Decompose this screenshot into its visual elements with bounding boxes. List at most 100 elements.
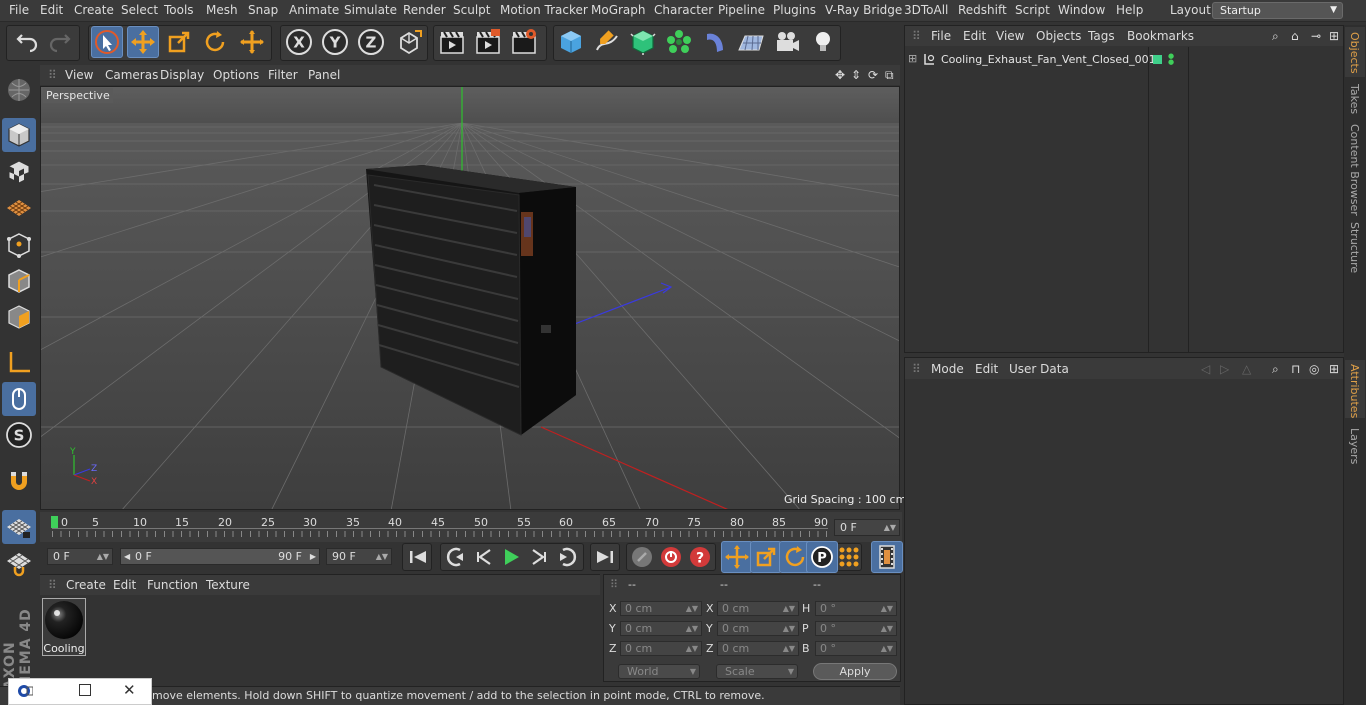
menu-simulate[interactable]: Simulate — [344, 3, 397, 17]
auto-key-button[interactable]: ? — [684, 541, 716, 573]
layout-select[interactable]: Startup ▼ — [1212, 2, 1343, 19]
select-tool-button[interactable] — [91, 26, 123, 58]
menu-mesh[interactable]: Mesh — [206, 3, 238, 17]
menu-render[interactable]: Render — [403, 3, 446, 17]
menu-window[interactable]: Window — [1058, 3, 1105, 17]
menu-create[interactable]: Create — [74, 3, 114, 17]
start-frame-field[interactable]: 0 F ▲▼ — [47, 548, 113, 565]
material-menu-texture[interactable]: Texture — [206, 578, 250, 592]
object-row[interactable]: ⊞ Cooling_Exhaust_Fan_Vent_Closed_001 — [906, 52, 1156, 68]
object-menu-objects[interactable]: Objects — [1036, 29, 1081, 43]
rotation-p-field[interactable]: 0 ° ▲▼ — [815, 621, 897, 636]
texture-mode-button[interactable] — [2, 155, 36, 189]
viewport-menu-options[interactable]: Options — [213, 68, 259, 82]
target-icon[interactable]: ◎ — [1309, 362, 1319, 376]
material-menu-edit[interactable]: Edit — [113, 578, 136, 592]
redo-button[interactable] — [45, 26, 77, 58]
workplane-lock-button[interactable] — [2, 510, 36, 544]
record-button[interactable] — [655, 541, 687, 573]
expand-icon[interactable]: ⊞ — [908, 52, 917, 65]
tweak-mode-button[interactable] — [2, 382, 36, 416]
up-arrow-icon[interactable]: △ — [1242, 362, 1251, 376]
attribute-menu-mode[interactable]: Mode — [931, 362, 964, 376]
menu-plugins[interactable]: Plugins — [773, 3, 816, 17]
size-x-field[interactable]: 0 cm ▲▼ — [717, 601, 799, 616]
timeline-playhead[interactable] — [51, 516, 58, 528]
tab-objects[interactable]: Objects — [1348, 32, 1361, 74]
back-arrow-icon[interactable]: ◁ — [1201, 362, 1210, 376]
viewport-rotate-icon[interactable]: ⟳ — [868, 68, 878, 82]
viewport-zoom-icon[interactable]: ⇕ — [851, 68, 861, 82]
object-menu-view[interactable]: View — [996, 29, 1024, 43]
menu-script[interactable]: Script — [1015, 3, 1050, 17]
current-frame-field[interactable]: 0 F ▲▼ — [834, 519, 900, 536]
size-z-field[interactable]: 0 cm ▲▼ — [717, 641, 799, 656]
light-button[interactable] — [807, 26, 839, 58]
material-swatch[interactable]: Cooling — [42, 598, 86, 656]
axis-mode-button[interactable] — [2, 346, 36, 380]
attribute-menu-user-data[interactable]: User Data — [1009, 362, 1069, 376]
menu-character[interactable]: Character — [654, 3, 713, 17]
menu-help[interactable]: Help — [1116, 3, 1143, 17]
pen-tool-button[interactable] — [591, 26, 623, 58]
solo-mode-button[interactable]: S — [2, 418, 36, 452]
menu-tools[interactable]: Tools — [164, 3, 194, 17]
render-view-button[interactable] — [436, 26, 468, 58]
make-editable-button[interactable] — [2, 73, 36, 107]
search-icon[interactable]: ⌕ — [1272, 362, 1279, 377]
new-view-icon[interactable]: ⊸ — [1311, 29, 1321, 43]
scale-tool-button[interactable] — [163, 26, 195, 58]
quantize-button[interactable] — [2, 546, 36, 580]
render-picture-viewer-button[interactable] — [472, 26, 504, 58]
edges-mode-button[interactable] — [2, 264, 36, 298]
end-frame-field[interactable]: 90 F ▲▼ — [326, 548, 392, 565]
attribute-menu-edit[interactable]: Edit — [975, 362, 998, 376]
rotate-tool-button[interactable] — [199, 26, 231, 58]
viewport-menu-cameras[interactable]: Cameras — [105, 68, 158, 82]
material-menu-function[interactable]: Function — [147, 578, 198, 592]
goto-end-button[interactable] — [589, 541, 621, 573]
timeline-window-button[interactable] — [871, 541, 903, 573]
undo-button[interactable] — [10, 26, 42, 58]
cloner-button[interactable] — [663, 26, 695, 58]
menu-file[interactable]: File — [9, 3, 29, 17]
coord-mode-world-select[interactable]: World ▼ — [618, 664, 700, 679]
position-y-field[interactable]: 0 cm ▲▼ — [620, 621, 702, 636]
move-tool-button[interactable] — [127, 26, 159, 58]
rotation-b-field[interactable]: 0 ° ▲▼ — [815, 641, 897, 656]
rotation-h-field[interactable]: 0 ° ▲▼ — [815, 601, 897, 616]
tab-structure[interactable]: Structure — [1348, 222, 1361, 273]
viewport-move-icon[interactable]: ✥ — [835, 68, 845, 82]
object-menu-edit[interactable]: Edit — [963, 29, 986, 43]
position-track-button[interactable] — [721, 541, 753, 573]
tab-content-browser[interactable]: Content Browser — [1348, 124, 1361, 216]
polygons-mode-button[interactable] — [2, 300, 36, 334]
goto-start-button[interactable] — [402, 541, 434, 573]
expand-panel-icon[interactable]: ⊞ — [1329, 362, 1339, 376]
expand-panel-icon[interactable]: ⊞ — [1329, 29, 1339, 43]
close-icon[interactable]: ✕ — [123, 681, 136, 699]
menu-motion-tracker[interactable]: Motion Tracker — [500, 3, 588, 17]
visibility-dots-icon[interactable]: ● ● — [1168, 53, 1174, 66]
material-menu-create[interactable]: Create — [66, 578, 106, 592]
snap-button[interactable] — [2, 465, 36, 499]
deformer-button[interactable] — [699, 26, 731, 58]
viewport-menu-panel[interactable]: Panel — [308, 68, 340, 82]
perspective-viewport[interactable] — [40, 86, 900, 510]
y-axis-lock-button[interactable]: Y — [319, 26, 351, 58]
tab-attributes[interactable]: Attributes — [1348, 364, 1361, 418]
position-x-field[interactable]: 0 cm ▲▼ — [620, 601, 702, 616]
keyframe-selection-button[interactable] — [626, 541, 658, 573]
menu-snap[interactable]: Snap — [248, 3, 278, 17]
maximize-icon[interactable] — [79, 684, 91, 696]
forward-arrow-icon[interactable]: ▷ — [1220, 362, 1229, 376]
menu-redshift[interactable]: Redshift — [958, 3, 1007, 17]
size-y-field[interactable]: 0 cm ▲▼ — [717, 621, 799, 636]
subdivision-button[interactable] — [627, 26, 659, 58]
visibility-square-icon[interactable] — [1153, 55, 1162, 64]
lock-icon[interactable]: ⊓ — [1291, 362, 1300, 376]
menu-edit[interactable]: Edit — [40, 3, 63, 17]
points-mode-button[interactable] — [2, 228, 36, 262]
live-select-button[interactable] — [236, 26, 268, 58]
frame-range-slider[interactable]: ◀ 0 F 90 F ▶ — [120, 548, 320, 565]
